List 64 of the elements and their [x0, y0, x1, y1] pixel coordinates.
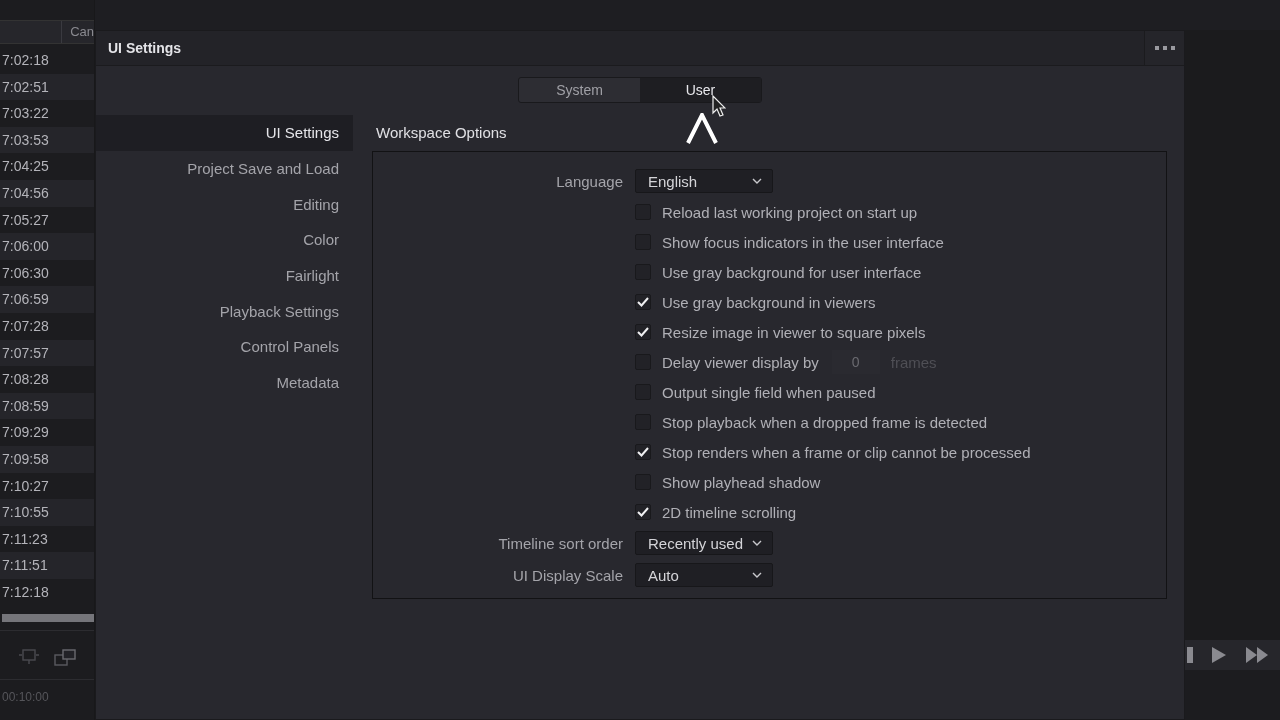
play-icon[interactable] — [1211, 646, 1227, 664]
sidebar-item[interactable]: UI Settings — [96, 115, 353, 151]
dialog-title: UI Settings — [107, 40, 182, 56]
caret-icon — [752, 540, 762, 546]
checkbox-label: Stop renders when a frame or clip cannot be processed — [662, 443, 1031, 461]
checkbox[interactable] — [635, 294, 651, 310]
scrollbar[interactable] — [2, 614, 94, 623]
timecode-cell-text: 7:05:27 — [1, 210, 50, 230]
checkbox-label: Use gray background for user interface — [662, 263, 922, 281]
dropdown[interactable]: Auto — [635, 563, 773, 587]
checkbox[interactable] — [635, 444, 651, 460]
timecode-cell: 7:02:51 — [0, 73, 94, 101]
field-label: Language — [555, 172, 623, 190]
screens-icon[interactable] — [54, 649, 76, 668]
timecode-cell-text: 7:07:28 — [1, 316, 50, 336]
dropdown[interactable]: English — [635, 169, 773, 193]
timecode-cell: 7:11:51 — [0, 552, 94, 579]
timecode-cell-text: 7:06:30 — [1, 263, 50, 283]
timecode-readout: 00:10:00 — [0, 679, 94, 705]
sidebar-item[interactable]: Control Panels — [96, 329, 353, 365]
caret-icon — [752, 572, 762, 578]
more-icon — [1154, 46, 1175, 50]
timecode-cell: 7:08:59 — [0, 392, 94, 420]
checkbox[interactable] — [635, 504, 651, 520]
timecode-cell: 7:06:59 — [0, 286, 94, 313]
fast-forward-icon[interactable] — [1245, 646, 1269, 664]
timecode-cell: 7:04:56 — [0, 179, 94, 207]
checkbox-label: 2D timeline scrolling — [662, 503, 797, 521]
field-label: Timeline sort order — [497, 534, 623, 552]
dropdown[interactable]: Recently used — [635, 531, 773, 555]
checkbox-label: Stop playback when a dropped frame is detected — [662, 413, 988, 431]
timecode-cell-text: 7:02:18 — [1, 51, 50, 70]
timecode-cell-text: 7:09:29 — [1, 423, 50, 443]
sidebar-item[interactable]: Editing — [96, 186, 353, 223]
sidebar-item[interactable]: Playback Settings — [96, 293, 353, 330]
timecode-cell-text: 7:04:25 — [1, 157, 50, 177]
checkbox-label: Resize image in viewer to square pixels — [662, 323, 926, 341]
checkbox-label: Show playhead shadow — [662, 473, 821, 491]
section-title: Workspace Options — [375, 123, 507, 143]
sidebar-item[interactable]: Metadata — [96, 364, 353, 401]
checkbox-label: Delay viewer display by — [662, 353, 819, 371]
timecode-cell-text: 7:12:18 — [1, 582, 50, 602]
timecode-cell-text: 7:03:22 — [1, 104, 50, 124]
timecode-cell-text: 7:11:23 — [1, 529, 49, 549]
sidebar-item[interactable]: Color — [96, 222, 353, 258]
checkbox-label: Output single field when paused — [662, 383, 876, 401]
timecode-cell: 7:09:58 — [0, 445, 94, 473]
timecode-cell: 7:07:57 — [0, 339, 94, 367]
checkbox-label: Show focus indicators in the user interface — [662, 233, 944, 251]
timecode-cell: 7:03:53 — [0, 126, 94, 154]
sidebar-item[interactable]: Project Save and Load — [96, 150, 353, 187]
field-label: UI Display Scale — [511, 566, 623, 584]
timecode-cell-text: 7:08:28 — [1, 370, 50, 390]
caret-icon — [752, 178, 762, 184]
timecode-cell: 7:06:00 — [0, 233, 94, 260]
checkbox-label: Use gray background in viewers — [662, 293, 876, 311]
sidebar-item[interactable]: Fairlight — [96, 257, 353, 294]
timecode-cell: 7:10:55 — [0, 499, 94, 526]
tab[interactable]: User — [640, 78, 761, 102]
timecode-cell-text: 7:10:27 — [1, 476, 50, 496]
tab[interactable]: System — [519, 78, 640, 102]
checkbox[interactable] — [635, 324, 651, 340]
caret-annotation-icon — [686, 113, 718, 144]
checkbox-label: Reload last working project on start up — [662, 203, 918, 221]
